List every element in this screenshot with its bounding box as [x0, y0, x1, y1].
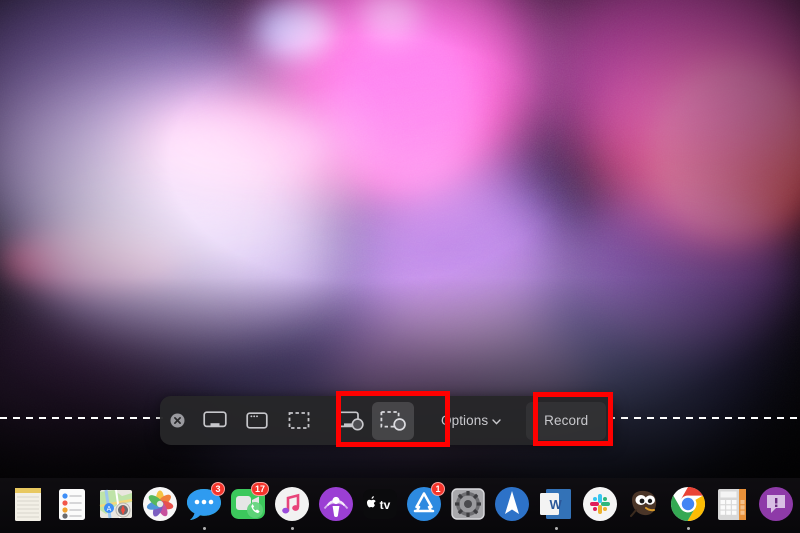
dock-item-system-preferences[interactable] [446, 480, 490, 530]
running-indicator [554, 527, 558, 530]
slack-icon [580, 484, 620, 524]
capture-selected-window-button[interactable] [236, 402, 278, 440]
badge-count: 17 [250, 482, 269, 496]
svg-text:A: A [107, 506, 112, 513]
svg-text:W: W [550, 497, 563, 512]
selection-dashed-line-left[interactable] [0, 417, 165, 419]
dock-item-app-store[interactable]: 1 [402, 480, 446, 530]
options-label: Options [441, 413, 489, 428]
dock-item-notes[interactable] [6, 480, 50, 530]
running-indicator [202, 527, 206, 530]
facetime-icon: 17 [228, 482, 269, 524]
dock-item-slack[interactable] [578, 480, 622, 530]
dock-item-reminders[interactable] [50, 480, 94, 530]
chevron-down-icon [492, 418, 501, 425]
record-entire-screen-button[interactable] [330, 402, 372, 440]
maps-icon: A [96, 484, 136, 524]
dock-item-messages[interactable]: 3 [182, 480, 226, 530]
notability-icon [756, 484, 796, 524]
gear-icon [448, 484, 488, 524]
dock-item-apple-tv[interactable]: tv [358, 480, 402, 530]
wallpaper-vignette [0, 0, 800, 533]
dock-item-purple-notes-app[interactable] [754, 480, 798, 530]
dock[interactable]: A 3 17 tv 1 W [0, 478, 800, 533]
word-icon: W [536, 484, 576, 524]
messages-icon: 3 [184, 482, 225, 524]
dock-item-microsoft-word[interactable]: W [534, 480, 578, 530]
dock-item-maps[interactable]: A [94, 480, 138, 530]
record-mode-group [330, 396, 414, 445]
running-indicator [290, 527, 294, 530]
options-button[interactable]: Options [430, 402, 510, 440]
running-indicator [686, 527, 690, 530]
reminders-icon [52, 484, 92, 524]
chrome-icon [668, 484, 708, 524]
music-icon [272, 484, 312, 524]
dock-item-mail-sparkle[interactable] [490, 480, 534, 530]
photos-icon [140, 484, 180, 524]
dock-item-calculator[interactable] [710, 480, 754, 530]
svg-text:tv: tv [380, 498, 391, 512]
dock-item-podcasts[interactable] [314, 480, 358, 530]
badge-count: 3 [211, 482, 225, 496]
capture-selected-portion-button[interactable] [278, 402, 320, 440]
record-selected-portion-button[interactable] [372, 401, 414, 440]
dock-item-facetime[interactable]: 17 [226, 480, 270, 530]
dock-item-google-chrome[interactable] [666, 480, 710, 530]
desktop-wallpaper [0, 0, 800, 533]
gimp-icon [624, 484, 664, 524]
capture-entire-screen-button[interactable] [194, 402, 236, 440]
notes-icon [8, 484, 48, 524]
record-button[interactable]: Record [526, 401, 607, 440]
calculator-icon [712, 484, 752, 524]
close-icon[interactable] [160, 396, 194, 445]
dock-item-gimp[interactable] [622, 480, 666, 530]
screenshot-mode-group [194, 396, 320, 445]
dock-item-music[interactable] [270, 480, 314, 530]
apple-tv-icon: tv [360, 484, 400, 524]
spark-icon [492, 484, 532, 524]
badge-count: 1 [431, 482, 445, 496]
dock-item-photos[interactable] [138, 480, 182, 530]
screenshot-capture-toolbar[interactable]: Options Record [160, 396, 613, 445]
app-store-icon: 1 [404, 482, 445, 524]
selection-dashed-line-right[interactable] [608, 417, 800, 419]
podcasts-icon [316, 484, 356, 524]
